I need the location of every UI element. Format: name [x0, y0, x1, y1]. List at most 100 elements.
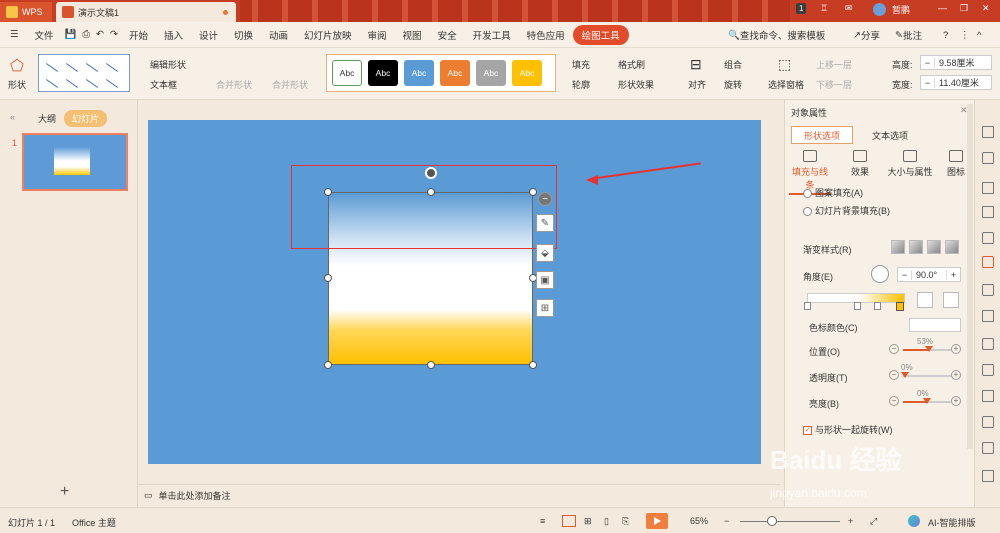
style-gold[interactable]: Abc [512, 60, 542, 86]
subtab-effect[interactable]: 效果 [839, 150, 881, 178]
wps-home-tab[interactable]: WPS [0, 2, 52, 22]
menu-security[interactable]: 安全 [430, 28, 465, 42]
merge-shape-button-2[interactable]: 合并形状 [272, 78, 308, 91]
presenter-view-icon[interactable]: ⎘ [622, 516, 629, 527]
pen-style-icon[interactable]: ✎ [536, 214, 554, 232]
gradient-stop-1[interactable] [804, 302, 811, 310]
align-button[interactable]: 对齐 [688, 78, 706, 91]
rotate-with-shape-option[interactable]: ✓ 与形状一起旋转(W) [803, 423, 893, 436]
bring-forward-button[interactable]: 上移一层 [816, 58, 852, 71]
zoom-value[interactable]: 65% [690, 516, 708, 526]
position-decrease[interactable]: − [889, 344, 899, 354]
close-icon[interactable]: ✕ [982, 3, 990, 14]
undo-icon[interactable]: ↶ [93, 29, 107, 40]
tab-shape-options[interactable]: 形状选项 [791, 126, 853, 144]
bg-fill-radio[interactable] [803, 207, 812, 217]
merge-shape-button[interactable]: 合并形状 [216, 78, 252, 91]
style-black[interactable]: Abc [368, 60, 398, 86]
copy-icon[interactable] [982, 152, 994, 164]
text-box-button[interactable]: 文本框 [150, 78, 177, 91]
menu-home[interactable]: 开始 [121, 28, 156, 42]
audio-icon[interactable] [982, 390, 994, 402]
notes-toggle-icon[interactable]: ≡ [540, 516, 545, 526]
stop-color-dropdown[interactable] [909, 318, 961, 332]
layout-options-icon[interactable]: ⊞ [536, 299, 554, 317]
gradient-rect-icon[interactable] [927, 240, 941, 254]
add-stop-icon[interactable] [917, 292, 933, 308]
slide-thumbnail[interactable] [22, 133, 128, 191]
menu-file[interactable]: 文件 [27, 28, 62, 42]
avatar[interactable] [873, 3, 886, 16]
outline-style-icon[interactable]: ▣ [536, 271, 554, 289]
redo-icon[interactable]: ↷ [107, 29, 121, 40]
properties-icon[interactable] [982, 256, 994, 268]
height-decrease[interactable]: − [921, 57, 935, 68]
collapse-float-icon[interactable]: − [538, 192, 552, 206]
gradient-stop-4[interactable] [896, 302, 904, 311]
gradient-radial-icon[interactable] [909, 240, 923, 254]
slide-canvas[interactable]: − ✎ ⬙ ▣ ⊞ [148, 120, 761, 464]
remove-stop-icon[interactable] [943, 292, 959, 308]
user-name[interactable]: 暂鹏 [892, 3, 910, 16]
zoom-out-icon[interactable]: − [724, 516, 729, 526]
collapse-panel-icon[interactable]: « [2, 110, 23, 124]
selection-pane-button[interactable]: 选择窗格 [768, 78, 804, 91]
transparency-increase[interactable]: + [951, 370, 961, 380]
width-decrease[interactable]: − [921, 77, 935, 88]
shape-button[interactable]: 形状 [8, 78, 26, 91]
height-input[interactable]: − 9.58厘米 [920, 55, 992, 70]
share-button[interactable]: ↗ 分享 [853, 22, 880, 48]
menu-icon[interactable]: ☰ [0, 29, 27, 40]
edit-shape-button[interactable]: 编辑形状 [150, 58, 186, 71]
share-side-icon[interactable] [982, 442, 994, 454]
search-command[interactable]: 🔍 查找命令、搜索模板 [728, 22, 825, 48]
shapes-icon[interactable] [982, 182, 994, 194]
print-icon[interactable]: ⎙ [79, 29, 93, 40]
sorter-view-icon[interactable]: ⊞ [584, 516, 592, 527]
normal-view-icon[interactable] [562, 515, 576, 527]
gradient-stop-2[interactable] [854, 302, 861, 310]
width-input[interactable]: − 11.40厘米 [920, 75, 992, 90]
menu-design[interactable]: 设计 [191, 28, 226, 42]
resize-handle-br[interactable] [529, 361, 537, 369]
shape-icon[interactable]: ⬠ [10, 56, 24, 76]
more-icon[interactable]: ⋮ [960, 22, 970, 48]
style-gray[interactable]: Abc [476, 60, 506, 86]
slides-tab[interactable]: 幻灯片 [64, 110, 108, 127]
bg-fill-option[interactable]: 幻灯片背景填充(B) [803, 204, 890, 217]
outline-button[interactable]: 轮廓 [572, 78, 590, 91]
minimize-icon[interactable]: — [938, 3, 947, 13]
notes-bar[interactable]: ▭ 单击此处添加备注 [138, 484, 780, 506]
transparency-slider-knob[interactable] [901, 372, 909, 378]
rotate-button[interactable]: 旋转 [724, 78, 742, 91]
position-slider-knob[interactable] [925, 346, 933, 352]
gradient-path-icon[interactable] [945, 240, 959, 254]
pattern-fill-radio[interactable] [803, 189, 812, 199]
style-blue[interactable]: Abc [404, 60, 434, 86]
fill-bucket-icon[interactable]: ⬙ [536, 244, 554, 262]
edit-icon[interactable] [982, 206, 994, 218]
format-brush-button[interactable]: 格式刷 [618, 58, 645, 71]
shape-gallery[interactable] [38, 54, 130, 92]
menu-special[interactable]: 特色应用 [519, 28, 573, 42]
menu-review[interactable]: 审阅 [360, 28, 395, 42]
brightness-slider[interactable] [903, 398, 951, 404]
document-tab[interactable]: 演示文稿1 [56, 2, 236, 22]
pattern-fill-option[interactable]: 图案填充(A) [803, 186, 863, 199]
zoom-slider[interactable] [740, 521, 840, 522]
shirt-icon[interactable]: ♖ [820, 3, 828, 14]
template-icon[interactable] [982, 338, 994, 350]
resize-handle-l[interactable] [324, 274, 332, 282]
reading-view-icon[interactable]: ▯ [604, 516, 609, 527]
more-side-icon[interactable] [982, 470, 994, 482]
play-slideshow-button[interactable] [646, 513, 668, 529]
angle-decrease[interactable]: − [898, 269, 912, 280]
fill-button[interactable]: 填充 [572, 58, 590, 71]
group-button[interactable]: 组合 [724, 58, 742, 71]
menu-transition[interactable]: 切换 [226, 28, 261, 42]
brightness-increase[interactable]: + [951, 396, 961, 406]
panel-scrollbar[interactable] [967, 104, 973, 449]
angle-increase[interactable]: + [946, 269, 960, 280]
menu-slideshow[interactable]: 幻灯片放映 [296, 28, 360, 42]
ai-layout-button[interactable]: AI-智能排版 [928, 516, 976, 529]
